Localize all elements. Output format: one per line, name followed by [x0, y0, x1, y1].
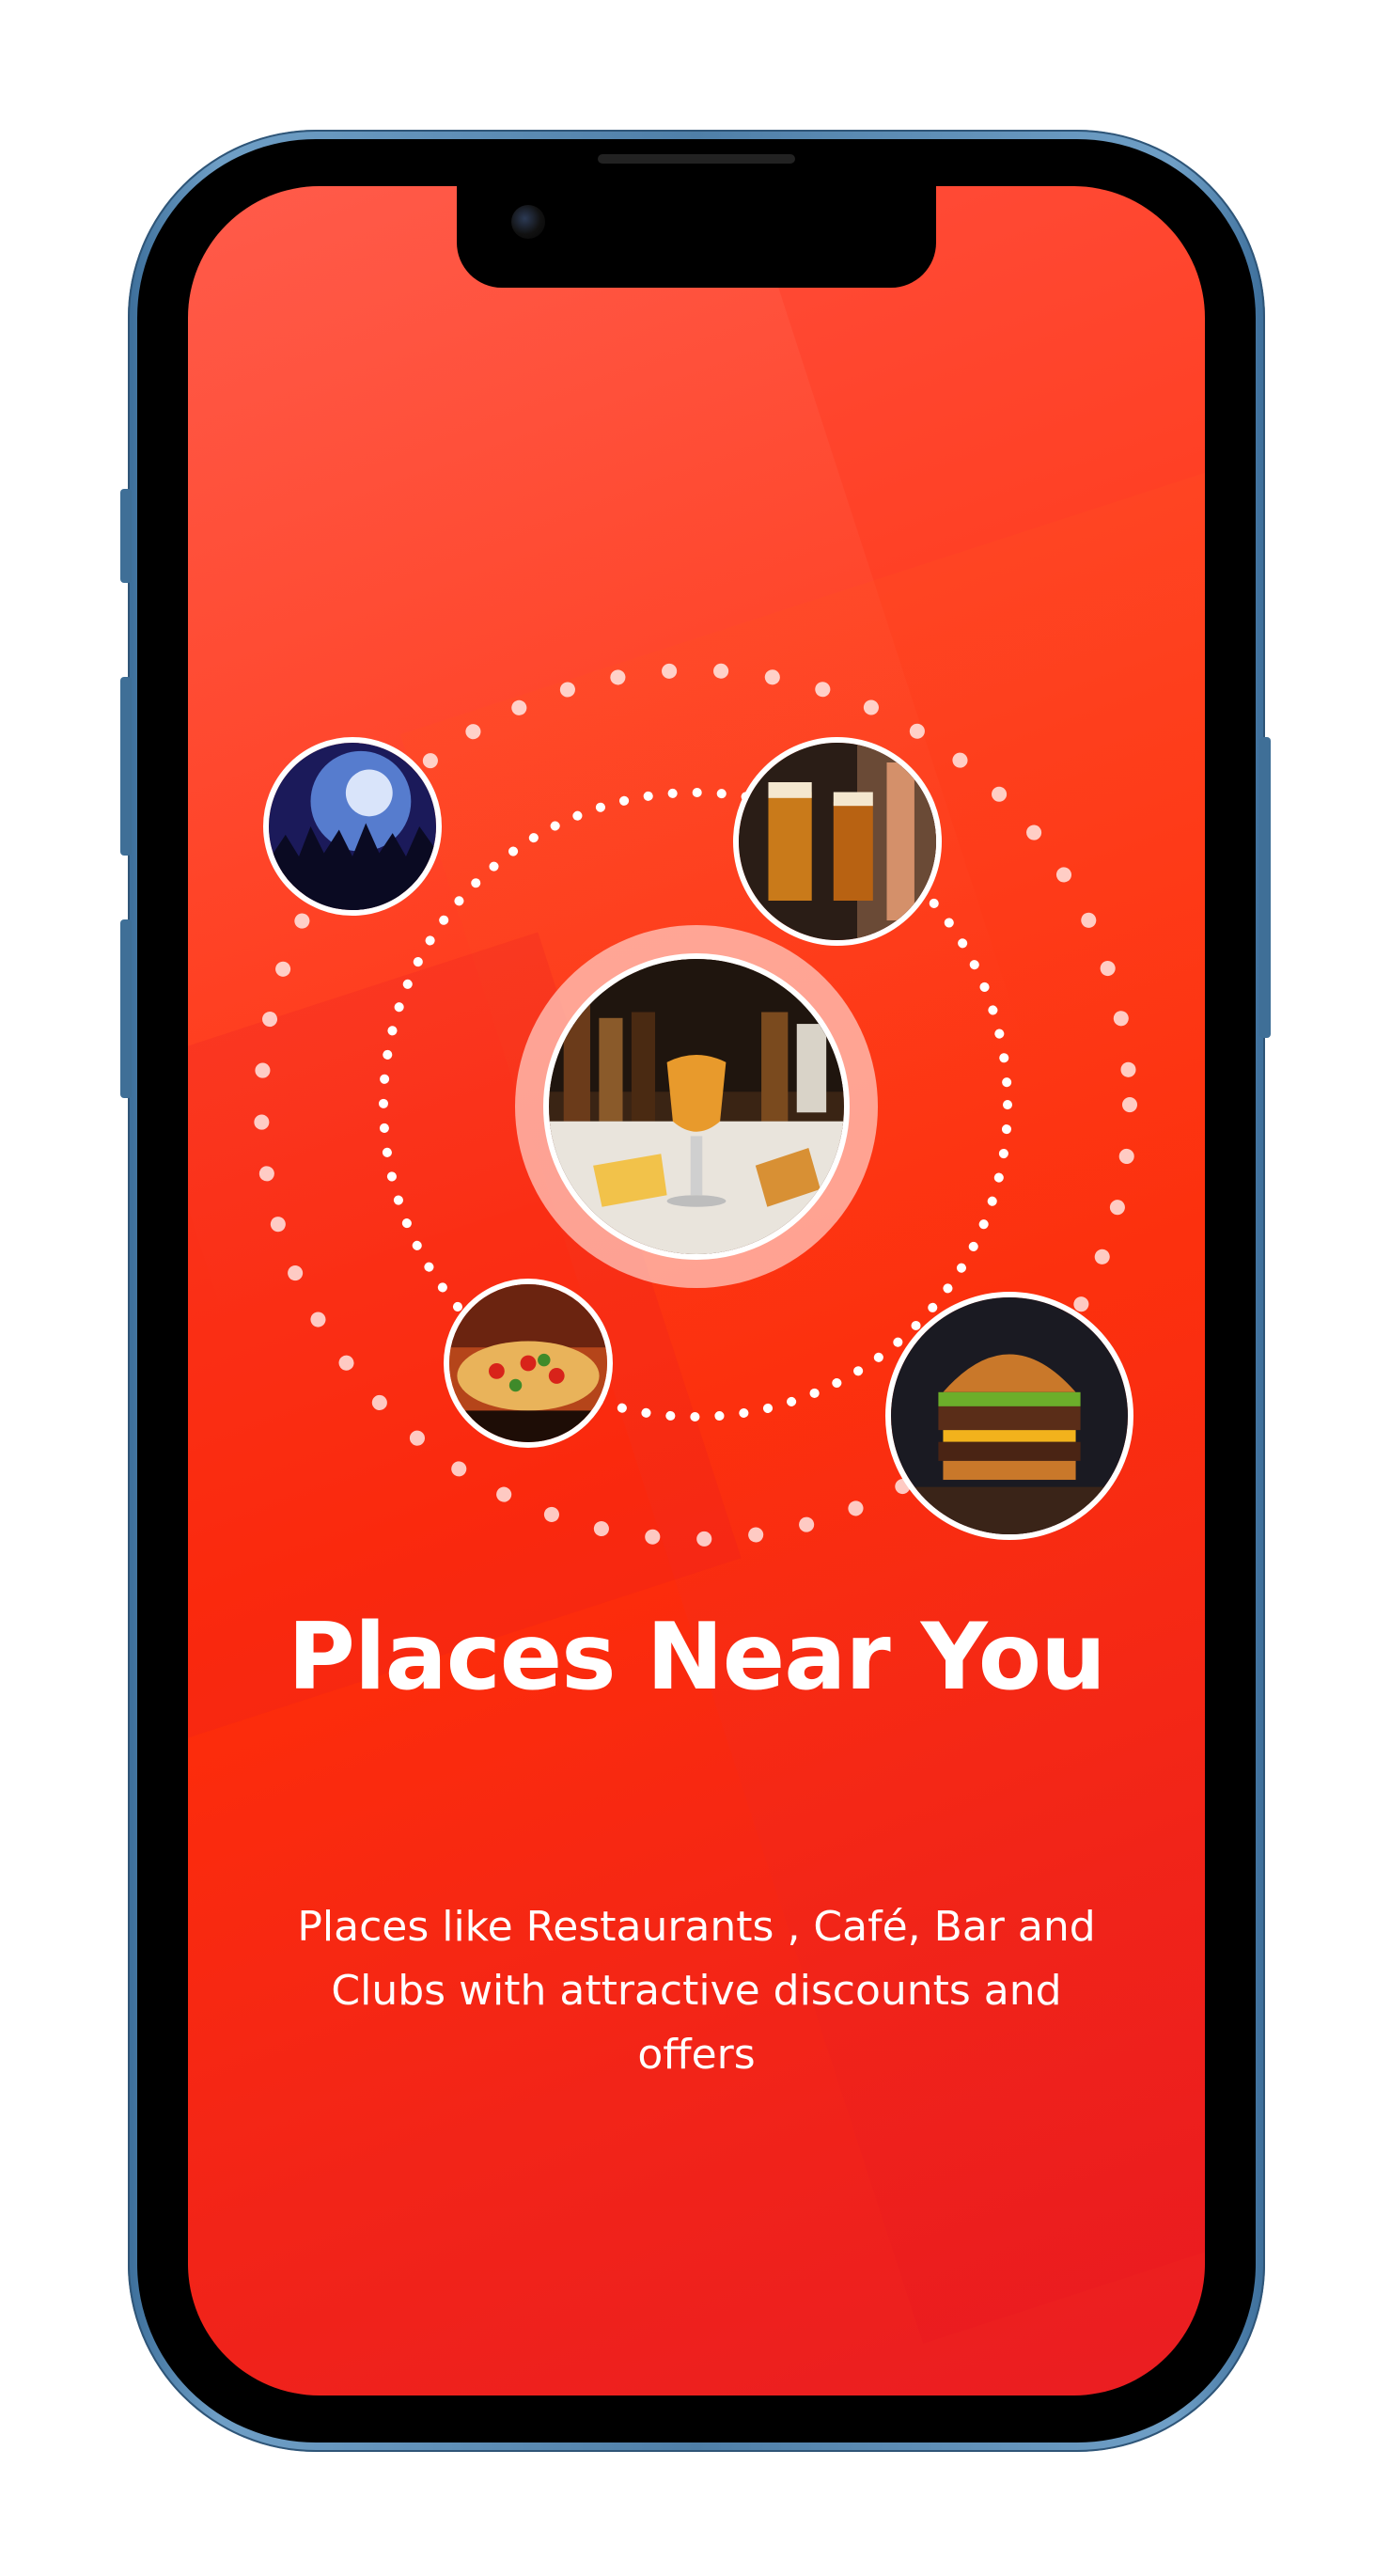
page: Places Near You Places like Restaurants …	[0, 0, 1391, 2576]
speaker-grille	[598, 154, 795, 164]
concert-photo	[263, 737, 442, 916]
mute-switch	[120, 489, 132, 583]
volume-up-button	[120, 677, 132, 856]
center-photo	[543, 953, 850, 1260]
page-title: Places Near You	[288, 1604, 1106, 1711]
front-camera	[511, 205, 545, 239]
burger-photo	[885, 1292, 1133, 1540]
power-button	[1259, 737, 1271, 1038]
volume-down-button	[120, 919, 132, 1098]
beer-glasses-photo	[733, 737, 942, 946]
pizza-photo	[444, 1279, 613, 1448]
page-description: Places like Restaurants , Café, Bar and …	[297, 1903, 1096, 2079]
